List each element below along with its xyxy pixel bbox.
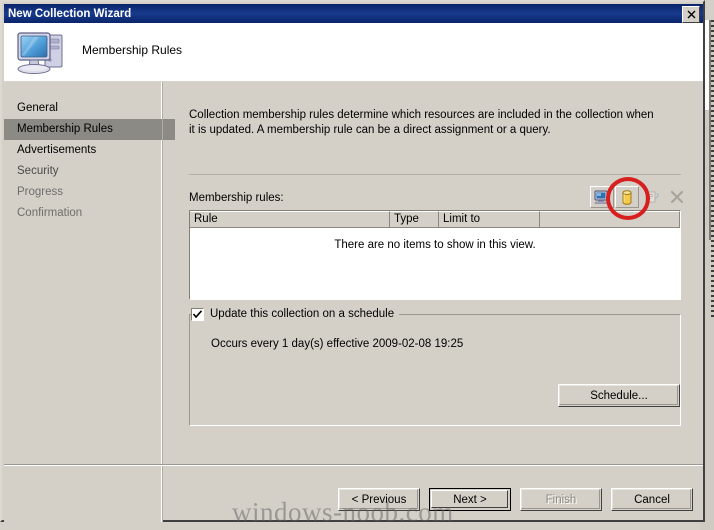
- update-on-schedule-checkbox-row[interactable]: Update this collection on a schedule: [191, 306, 400, 322]
- column-header-filler[interactable]: [540, 211, 680, 228]
- close-icon[interactable]: [682, 6, 700, 23]
- membership-rules-label: Membership rules:: [189, 192, 284, 204]
- schedule-summary-text: Occurs every 1 day(s) effective 2009-02-…: [211, 338, 464, 350]
- computer-icon: [12, 27, 74, 79]
- next-button-label: Next >: [453, 493, 487, 506]
- sidebar-item-confirmation[interactable]: Confirmation: [4, 203, 161, 224]
- cancel-button-label: Cancel: [634, 493, 670, 506]
- update-on-schedule-label: Update this collection on a schedule: [210, 308, 395, 320]
- schedule-group-box: [189, 314, 681, 426]
- column-header-type[interactable]: Type: [390, 211, 439, 228]
- previous-button[interactable]: < Previous: [338, 488, 420, 511]
- new-collection-wizard-dialog: New Collection Wizard Membership Rules G…: [0, 0, 705, 522]
- sidebar-item-advertisements[interactable]: Advertisements: [4, 140, 161, 161]
- schedule-button[interactable]: Schedule...: [558, 384, 680, 407]
- sidebar-item-progress[interactable]: Progress: [4, 182, 161, 203]
- membership-rules-toolbar: [590, 186, 690, 208]
- wizard-header: Membership Rules: [4, 23, 703, 82]
- intro-description: Collection membership rules determine wh…: [189, 109, 654, 136]
- membership-rules-list[interactable]: Rule Type Limit to There are no items to…: [189, 210, 681, 300]
- page-title: Membership Rules: [82, 43, 183, 57]
- section-divider: [189, 174, 681, 175]
- main-content: Collection membership rules determine wh…: [165, 82, 703, 522]
- cancel-button[interactable]: Cancel: [611, 488, 693, 511]
- wizard-step-list: General Membership Rules Advertisements …: [4, 82, 175, 522]
- sidebar-item-membership-rules[interactable]: Membership Rules: [4, 119, 175, 140]
- list-column-headers: Rule Type Limit to: [190, 211, 680, 228]
- finish-button: Finish: [520, 488, 602, 511]
- list-empty-message: There are no items to show in this view.: [334, 239, 536, 251]
- update-on-schedule-checkbox[interactable]: [191, 307, 204, 321]
- checkmark-icon: [193, 309, 202, 318]
- wizard-footer-buttons: < Previous Next > Finish Cancel: [338, 488, 702, 511]
- direct-rule-icon[interactable]: [590, 186, 614, 208]
- close-glyph: [687, 10, 695, 19]
- footer-divider: [4, 464, 703, 466]
- column-header-rule[interactable]: Rule: [190, 211, 390, 228]
- next-button[interactable]: Next >: [429, 488, 511, 511]
- previous-button-label: < Previous: [351, 493, 407, 506]
- finish-button-label: Finish: [545, 493, 577, 506]
- column-header-limit-to[interactable]: Limit to: [439, 211, 540, 228]
- delete-icon: [665, 186, 689, 208]
- query-rule-icon[interactable]: [615, 186, 639, 208]
- sidebar-item-general[interactable]: General: [4, 98, 161, 119]
- sidebar-item-security[interactable]: Security: [4, 161, 161, 182]
- window-title: New Collection Wizard: [8, 7, 132, 20]
- properties-icon: [640, 186, 664, 208]
- schedule-button-label: Schedule...: [590, 389, 648, 402]
- sidebar-divider: [162, 82, 163, 522]
- title-bar[interactable]: New Collection Wizard: [4, 4, 703, 23]
